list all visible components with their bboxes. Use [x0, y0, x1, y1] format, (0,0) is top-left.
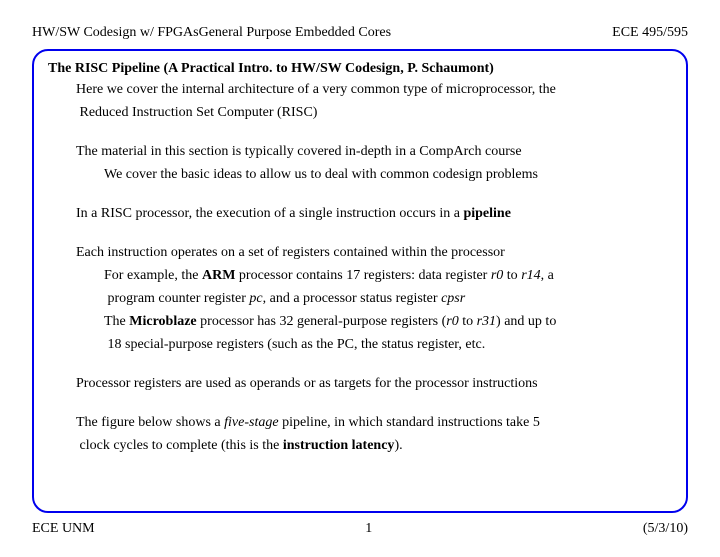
page-footer: ECE UNM 1 (5/3/10) [32, 521, 688, 537]
footer-left: ECE UNM [32, 521, 95, 537]
footer-page: 1 [365, 521, 372, 537]
text-line: clock cycles to complete (this is the in… [48, 435, 672, 456]
text-line: In a RISC processor, the execution of a … [48, 203, 672, 224]
text-line: Here we cover the internal architecture … [48, 79, 672, 100]
text-line: For example, the ARM processor contains … [48, 265, 672, 286]
text-line: The material in this section is typicall… [48, 141, 672, 162]
text-line: We cover the basic ideas to allow us to … [48, 164, 672, 185]
content-box: The RISC Pipeline (A Practical Intro. to… [32, 49, 688, 513]
header-right: ECE 495/595 [612, 25, 688, 41]
text-line: Reduced Instruction Set Computer (RISC) [48, 102, 672, 123]
text-line: Each instruction operates on a set of re… [48, 242, 672, 263]
text-line: The figure below shows a five-stage pipe… [48, 412, 672, 433]
page-header: HW/SW Codesign w/ FPGAsGeneral Purpose E… [32, 25, 688, 41]
text-line: program counter register pc, and a proce… [48, 288, 672, 309]
slide-title: The RISC Pipeline (A Practical Intro. to… [48, 61, 672, 77]
text-line: 18 special-purpose registers (such as th… [48, 334, 672, 355]
header-left: HW/SW Codesign w/ FPGAsGeneral Purpose E… [32, 25, 391, 41]
text-line: The Microblaze processor has 32 general-… [48, 311, 672, 332]
footer-date: (5/3/10) [643, 521, 688, 537]
text-line: Processor registers are used as operands… [48, 373, 672, 394]
